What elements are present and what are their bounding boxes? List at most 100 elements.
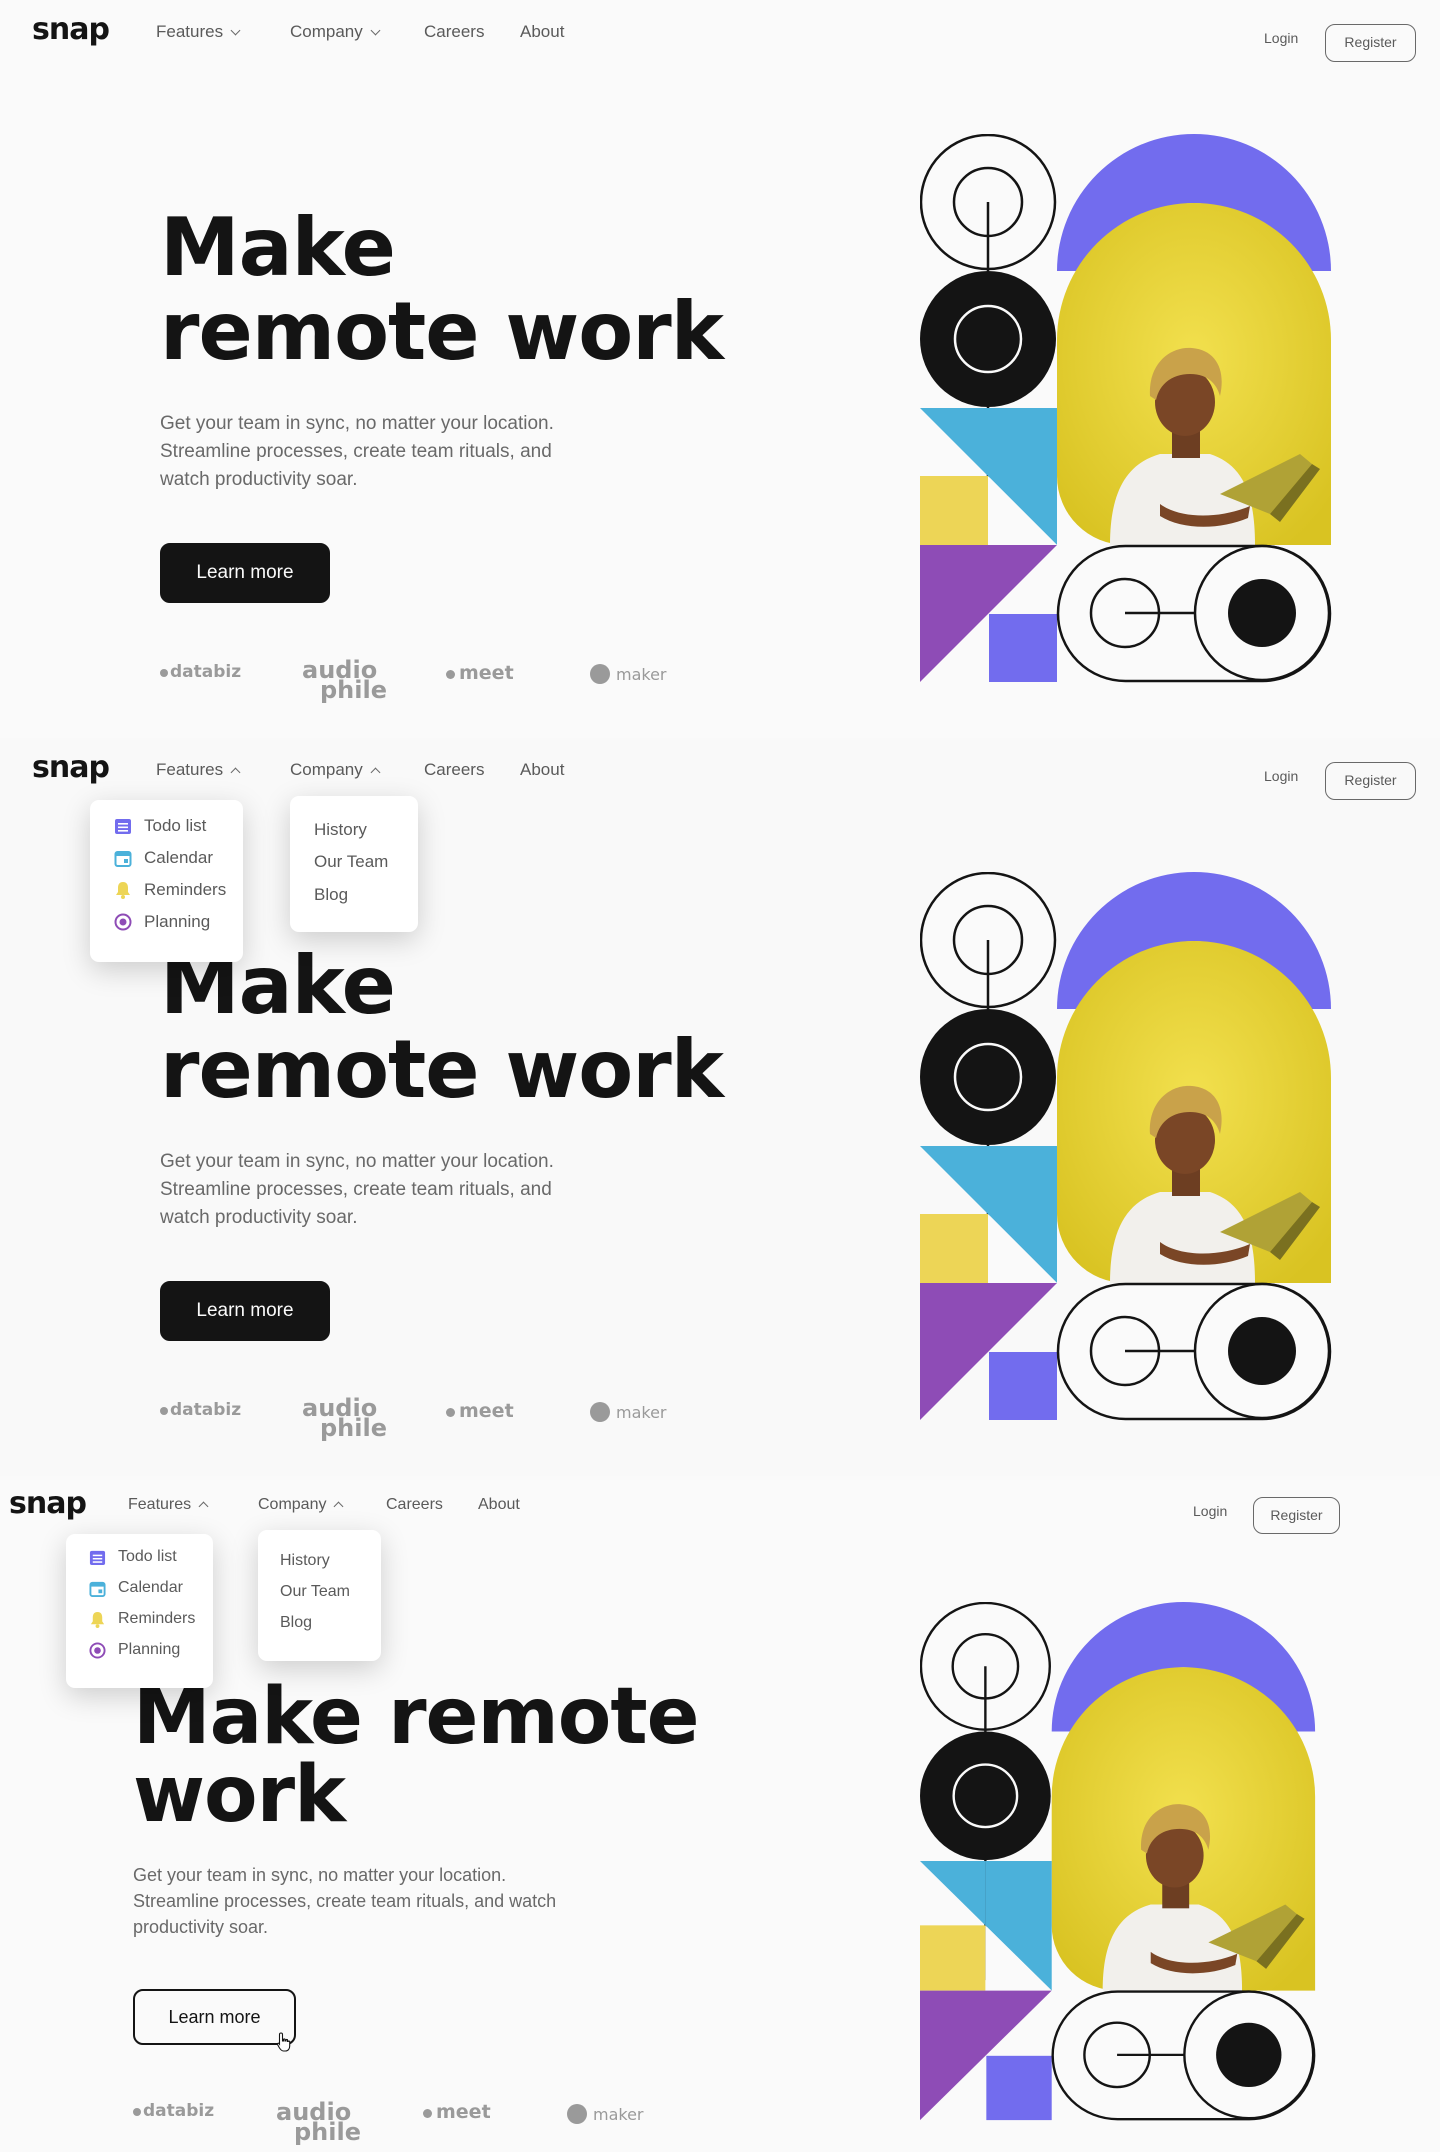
register-button[interactable]: Register (1325, 24, 1416, 62)
client-databiz-text: databiz (170, 1400, 242, 1420)
nav-features-label: Features (128, 1496, 192, 1513)
screen-dropdowns-open: snap Features Company Careers About Logi… (0, 738, 1440, 1476)
menu-item-history[interactable]: History (314, 820, 367, 840)
nav-company[interactable]: Company (290, 760, 381, 780)
nav-about[interactable]: About (478, 1496, 520, 1514)
hero-description-line: Get your team in sync, no matter your lo… (160, 413, 554, 434)
menu-item-label: Planning (144, 912, 211, 931)
client-meet-text: meet (459, 1400, 514, 1422)
menu-item-our-team[interactable]: Our Team (280, 1583, 350, 1601)
features-dropdown: Todo list Calendar Reminders Planning (90, 800, 243, 962)
learn-more-button[interactable]: Learn more (160, 1281, 330, 1341)
client-databiz-logo: databiz (160, 662, 241, 682)
menu-item-blog[interactable]: Blog (280, 1614, 312, 1632)
chevron-down-icon (230, 25, 241, 36)
nav-features[interactable]: Features (128, 1496, 209, 1514)
menu-item-blog[interactable]: Blog (314, 885, 348, 905)
nav-company[interactable]: Company (290, 22, 381, 42)
calendar-icon (114, 851, 132, 867)
nav-company-label: Company (290, 22, 363, 41)
menu-item-reminders[interactable]: Reminders (89, 1610, 195, 1628)
register-button[interactable]: Register (1325, 762, 1416, 800)
chevron-up-icon (334, 1501, 344, 1512)
logo[interactable]: snap (9, 1486, 87, 1521)
hero-description-line: watch productivity soar. (160, 1207, 358, 1228)
menu-item-planning[interactable]: Planning (89, 1641, 180, 1659)
bell-icon (116, 882, 130, 899)
nav-about[interactable]: About (520, 22, 564, 42)
client-databiz-logo: databiz (133, 2101, 214, 2121)
hand-cursor-icon (276, 2032, 291, 2052)
hero-description-line: Get your team in sync, no matter your lo… (160, 1151, 554, 1172)
menu-item-label: Calendar (118, 1579, 183, 1596)
nav-careers[interactable]: Careers (424, 22, 484, 42)
login-link[interactable]: Login (1264, 30, 1298, 46)
nav-company-label: Company (258, 1496, 327, 1513)
company-dropdown: History Our Team Blog (258, 1530, 381, 1661)
menu-item-planning[interactable]: Planning (114, 912, 210, 932)
logo[interactable]: snap (32, 750, 110, 785)
screen-hover-state: snap Features Company Careers About Logi… (0, 1476, 1440, 2152)
client-databiz-logo: databiz (160, 1400, 241, 1420)
hero-title-line: remote work (160, 1023, 724, 1116)
client-audiophile-logo: audio phile (276, 2100, 361, 2144)
features-dropdown: Todo list Calendar Reminders Planning (66, 1534, 213, 1688)
register-button[interactable]: Register (1253, 1497, 1340, 1534)
todo-icon (89, 1550, 106, 1565)
learn-more-button[interactable]: Learn more (160, 543, 330, 603)
hero-title: Make remote work (160, 944, 724, 1116)
hero-title: Make remote work (160, 201, 724, 378)
nav-about[interactable]: About (520, 760, 564, 780)
client-meet-text: meet (436, 2101, 491, 2123)
nav-careers[interactable]: Careers (424, 760, 484, 780)
nav-features[interactable]: Features (156, 22, 241, 42)
hero-description: Get your team in sync, no matter your lo… (160, 1148, 554, 1232)
hero-title-line: remote work (160, 285, 724, 378)
client-audiophile-logo: audio phile (302, 658, 387, 702)
hero-description-line: productivity soar. (133, 1917, 269, 1937)
nav-company[interactable]: Company (258, 1496, 344, 1514)
hero-title-line: work (133, 1750, 346, 1840)
menu-item-label: Planning (118, 1641, 181, 1658)
learn-more-button[interactable]: Learn more (133, 1989, 296, 2045)
nav-features-label: Features (156, 22, 224, 41)
hero-description-line: Get your team in sync, no matter your lo… (133, 1865, 507, 1885)
hero-title: Make remote work (133, 1678, 700, 1840)
nav-careers[interactable]: Careers (386, 1496, 443, 1514)
menu-item-calendar[interactable]: Calendar (89, 1579, 183, 1597)
hero-description-line: watch productivity soar. (160, 469, 358, 490)
menu-item-todo-list[interactable]: Todo list (114, 816, 206, 836)
screen-default: snap Features Company Careers About Logi… (0, 0, 1440, 738)
menu-item-calendar[interactable]: Calendar (114, 848, 213, 868)
menu-item-todo-list[interactable]: Todo list (89, 1548, 177, 1566)
client-databiz-text: databiz (143, 2101, 215, 2121)
chevron-up-icon (370, 767, 381, 778)
login-link[interactable]: Login (1264, 768, 1298, 784)
menu-item-label: Reminders (144, 880, 227, 899)
hero-title-line: Make (160, 201, 396, 294)
calendar-icon (89, 1581, 106, 1597)
client-meet-logo: meet (423, 2101, 491, 2123)
chevron-up-icon (230, 767, 241, 778)
menu-item-history[interactable]: History (280, 1552, 330, 1570)
hero-description: Get your team in sync, no matter your lo… (160, 410, 554, 494)
menu-item-label: Todo list (118, 1548, 177, 1565)
menu-item-label: Calendar (144, 848, 213, 867)
chevron-up-icon (198, 1501, 209, 1512)
menu-item-reminders[interactable]: Reminders (114, 880, 226, 900)
logo[interactable]: snap (32, 12, 110, 47)
login-link[interactable]: Login (1193, 1503, 1227, 1519)
client-maker-text: maker (616, 1403, 667, 1422)
todo-icon (115, 819, 131, 834)
nav-company-label: Company (290, 760, 363, 779)
nav-features-label: Features (156, 760, 224, 779)
chevron-down-icon (370, 25, 381, 36)
nav-features[interactable]: Features (156, 760, 241, 780)
hero-description: Get your team in sync, no matter your lo… (133, 1862, 556, 1940)
planning-icon (89, 1641, 106, 1659)
client-meet-logo: meet (446, 662, 514, 684)
client-meet-logo: meet (446, 1400, 514, 1422)
company-dropdown: History Our Team Blog (290, 796, 418, 932)
hero-description-line: Streamline processes, create team ritual… (160, 441, 552, 462)
menu-item-our-team[interactable]: Our Team (314, 852, 388, 872)
